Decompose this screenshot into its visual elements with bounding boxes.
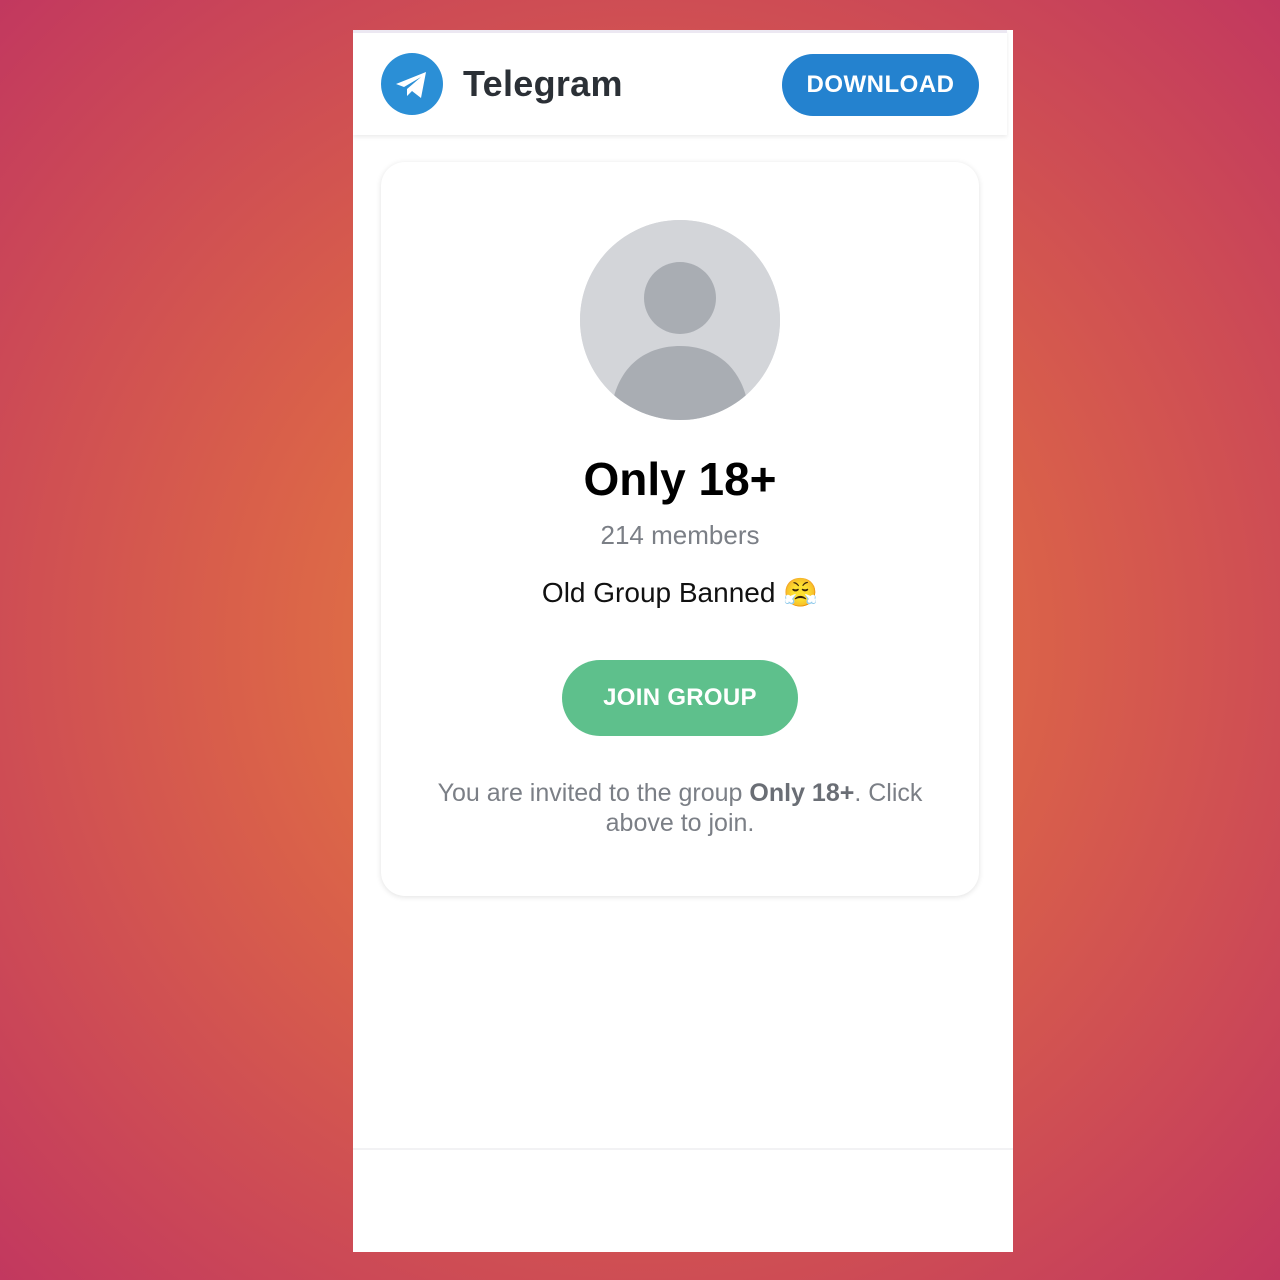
group-avatar (580, 220, 780, 420)
invite-prefix: You are invited to the group (437, 779, 750, 807)
invite-message: You are invited to the group Only 18+. C… (421, 778, 939, 838)
member-count: 214 members (600, 520, 760, 550)
invite-group-name: Only 18+ (749, 779, 855, 807)
group-description: Old Group Banned 😤 (381, 576, 979, 609)
group-card: Only 18+ 214 members Old Group Banned 😤 … (381, 162, 979, 896)
top-bar: Telegram DOWNLOAD (353, 30, 1007, 135)
bottom-divider (353, 1148, 1013, 1150)
download-button[interactable]: DOWNLOAD (782, 54, 979, 116)
join-group-button[interactable]: JOIN GROUP (562, 660, 798, 736)
group-title: Only 18+ (583, 453, 777, 505)
description-text: Old Group Banned (541, 577, 776, 608)
telegram-page: Telegram DOWNLOAD Only 18+ 214 members O… (353, 30, 1013, 1252)
telegram-logo-icon[interactable] (381, 53, 443, 115)
app-name[interactable]: Telegram (463, 63, 623, 105)
angry-face-emoji: 😤 (783, 577, 819, 608)
